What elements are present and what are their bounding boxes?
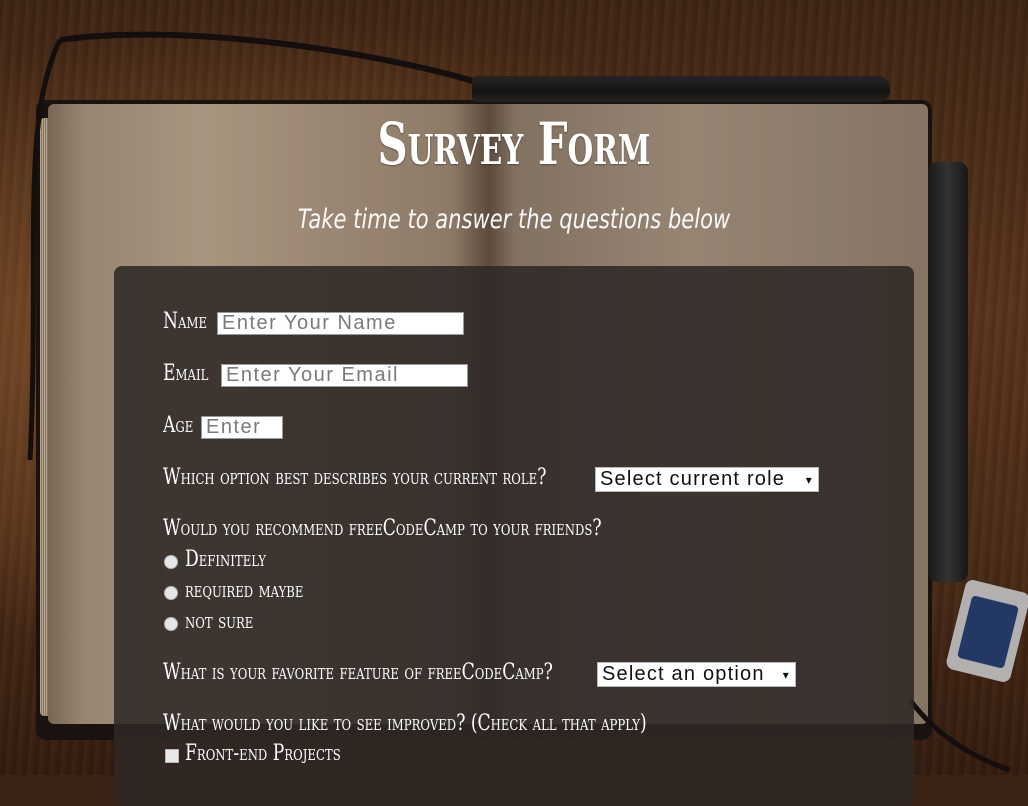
email-input[interactable] [221,364,468,387]
radio-not-sure[interactable] [164,617,178,631]
age-label: Age [163,413,194,438]
page-title: Survey Form [377,110,651,178]
radio-definitely[interactable] [164,555,178,569]
improve-label: What would you like to see improved? (Ch… [163,711,647,736]
name-input[interactable] [217,312,464,335]
feature-select[interactable]: Select an option ▾ [597,662,796,687]
radio-definitely-label: Definitely [185,547,266,572]
radio-maybe-label: required maybe [185,578,304,603]
recommend-label: Would you recommend freeCodeCamp to your… [163,516,602,541]
role-select[interactable]: Select current role ▾ [595,467,819,492]
age-input[interactable] [201,416,283,439]
page-subtitle: Take time to answer the questions below [297,204,731,235]
name-label: Name [163,309,207,334]
role-label: Which option best describes your current… [163,465,547,490]
feature-label: What is your favorite feature of freeCod… [163,660,553,685]
radio-maybe[interactable] [164,586,178,600]
chevron-down-icon: ▾ [805,473,813,487]
email-label: Email [163,361,209,386]
checkbox-front-end-projects-label: Front-end Projects [185,741,341,766]
role-select-value: Select current role [600,468,786,490]
radio-not-sure-label: not sure [185,609,254,634]
checkbox-front-end-projects[interactable] [165,749,179,763]
feature-select-value: Select an option [602,663,765,685]
chevron-down-icon: ▾ [782,668,790,682]
